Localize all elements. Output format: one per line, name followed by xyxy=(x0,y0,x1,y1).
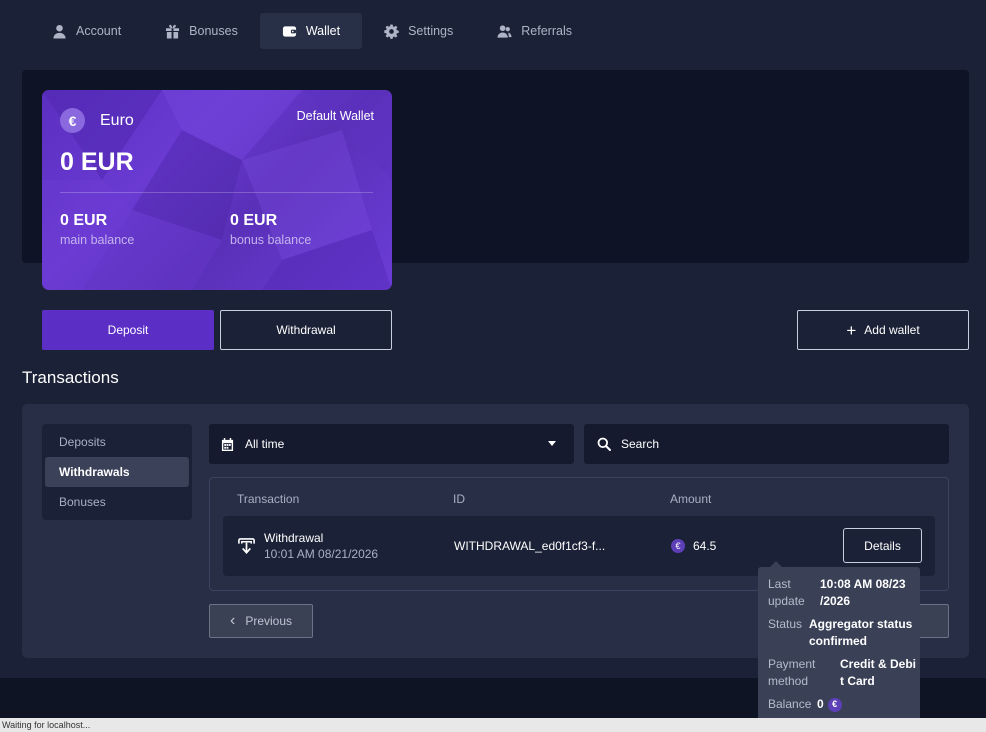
main-balance-label: main balance xyxy=(60,233,135,247)
tab-label: Settings xyxy=(408,24,454,38)
main-balance-amount: 0 EUR xyxy=(60,212,108,229)
euro-coin-icon: € xyxy=(827,697,842,712)
users-icon xyxy=(497,24,512,38)
column-header-amount: Amount xyxy=(670,492,712,506)
tooltip-balance-value: 0 € xyxy=(817,696,842,713)
withdrawal-button[interactable]: Withdrawal xyxy=(220,310,392,350)
search-input[interactable] xyxy=(621,437,921,451)
tab-bonuses[interactable]: Bonuses xyxy=(143,13,260,49)
deposit-button[interactable]: Deposit xyxy=(42,310,214,350)
browser-status-bar: Waiting for localhost... xyxy=(0,718,986,732)
tooltip-last-update-value: 10:08 AM 08/23/2026 xyxy=(820,577,906,608)
chevron-down-icon xyxy=(548,441,556,446)
menu-item-bonuses[interactable]: Bonuses xyxy=(45,487,189,517)
time-filter-select[interactable]: All time xyxy=(209,424,574,464)
tooltip-balance-label: Balance xyxy=(768,697,812,711)
calendar-icon xyxy=(221,437,234,451)
wallet-icon xyxy=(282,25,296,37)
tab-label: Bonuses xyxy=(189,24,238,38)
user-icon xyxy=(53,24,66,39)
transactions-title: Transactions xyxy=(22,368,119,387)
profile-tabs: Account Bonuses Wallet Settings Referral… xyxy=(30,13,594,49)
tooltip-payment-label: Payment method xyxy=(768,657,816,688)
column-header-transaction: Transaction xyxy=(237,492,300,506)
tab-referrals[interactable]: Referrals xyxy=(475,13,594,49)
tab-label: Wallet xyxy=(305,24,341,38)
main-balance: 0 EUR main balance xyxy=(60,212,134,247)
transaction-amount-value: 64.5 xyxy=(693,539,717,553)
default-wallet-label: Default Wallet xyxy=(296,109,374,123)
wallet-card[interactable]: € Euro Default Wallet 0 EUR 0 EUR main b… xyxy=(42,90,392,290)
plus-icon: + xyxy=(846,320,857,340)
transaction-type: Withdrawal xyxy=(264,531,324,545)
tooltip-last-update-label: Last update xyxy=(768,577,805,608)
wallet-total-balance: 0 EUR xyxy=(60,148,134,176)
chevron-left-icon: ‹ xyxy=(229,612,236,629)
tab-account[interactable]: Account xyxy=(30,13,143,49)
wallet-currency-name: Euro xyxy=(100,111,134,129)
tab-label: Account xyxy=(76,24,122,38)
euro-icon: € xyxy=(60,108,85,133)
bonus-balance-label: bonus balance xyxy=(230,233,312,247)
add-wallet-button[interactable]: + Add wallet xyxy=(797,310,969,350)
transaction-id: WITHDRAWAL_ed0f1cf3-f... xyxy=(454,539,606,553)
card-header: € Euro xyxy=(60,108,134,133)
tab-wallet[interactable]: Wallet xyxy=(259,13,363,49)
tab-settings[interactable]: Settings xyxy=(362,13,475,49)
transaction-details-tooltip: Last update 10:08 AM 08/23/2026 Status Ag… xyxy=(758,561,920,723)
card-divider xyxy=(60,192,373,193)
bonus-balance-amount: 0 EUR xyxy=(230,212,278,229)
transaction-date: 10:01 AM 08/21/2026 xyxy=(264,547,379,561)
bonus-balance: 0 EUR bonus balance xyxy=(230,212,311,247)
tooltip-status-label: Status xyxy=(768,617,803,631)
gift-icon xyxy=(166,24,180,39)
menu-item-deposits[interactable]: Deposits xyxy=(45,427,189,457)
previous-page-button[interactable]: ‹ Previous xyxy=(209,604,313,638)
next-page-button[interactable] xyxy=(915,604,949,638)
menu-item-withdrawals[interactable]: Withdrawals xyxy=(45,457,189,487)
tab-label: Referrals xyxy=(521,24,572,38)
euro-coin-icon: € xyxy=(671,539,685,553)
search-box[interactable] xyxy=(584,424,949,464)
add-wallet-label: Add wallet xyxy=(864,323,920,337)
previous-label: Previous xyxy=(245,614,292,628)
details-button[interactable]: Details xyxy=(843,528,922,563)
column-header-id: ID xyxy=(453,492,465,506)
search-icon xyxy=(597,437,611,451)
withdrawal-icon xyxy=(238,538,255,554)
tooltip-status-value: Aggregator status confirmed xyxy=(809,617,913,648)
transaction-type-menu: Deposits Withdrawals Bonuses xyxy=(42,424,192,520)
gear-icon xyxy=(384,23,399,39)
transaction-amount: € 64.5 xyxy=(671,539,716,553)
time-filter-value: All time xyxy=(245,437,285,451)
tooltip-payment-value: Credit & Debi t Card xyxy=(840,657,917,688)
